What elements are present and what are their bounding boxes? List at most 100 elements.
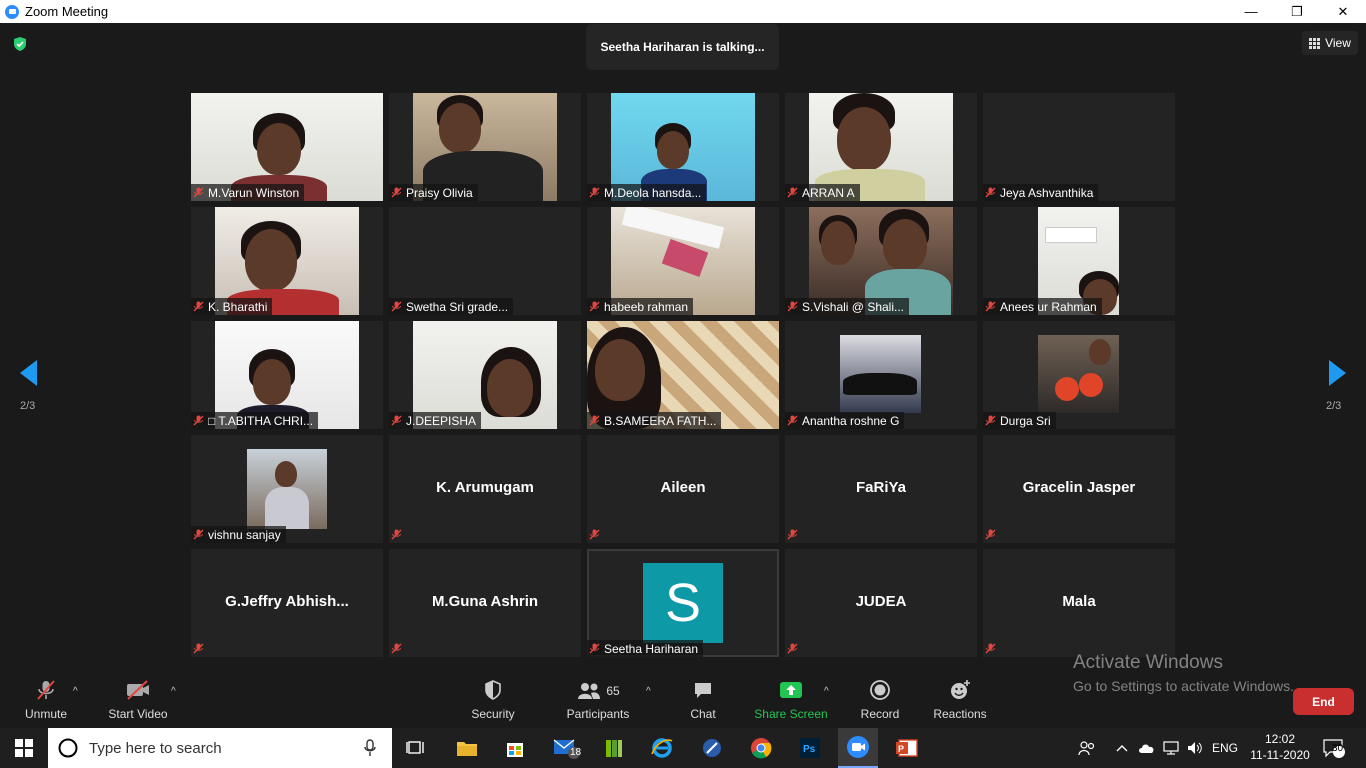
page-indicator-right: 2/3 — [1326, 400, 1342, 412]
video-tile[interactable]: habeeb rahman — [587, 207, 779, 315]
participants-count: 65 — [606, 684, 620, 698]
video-tile[interactable]: K. Arumugam — [389, 435, 581, 543]
video-tile[interactable]: Mala — [983, 549, 1175, 657]
reactions-label: Reactions — [933, 707, 987, 721]
next-page-arrow-icon[interactable] — [1327, 358, 1349, 388]
windows-logo-icon — [15, 739, 33, 757]
video-tile[interactable]: FaRiYa — [785, 435, 977, 543]
participant-name-label: M.Deola hansda... — [587, 184, 707, 201]
video-tile[interactable]: Praisy Olivia — [389, 93, 581, 201]
video-tile[interactable]: Aileen — [587, 435, 779, 543]
chat-button[interactable]: Chat — [683, 668, 723, 728]
record-button[interactable]: Record — [855, 668, 905, 728]
muted-mic-icon — [589, 415, 600, 426]
record-label: Record — [860, 707, 900, 721]
mail-icon[interactable]: 18 — [546, 728, 586, 768]
muted-mic-icon — [391, 643, 402, 654]
internet-explorer-icon[interactable] — [642, 728, 682, 768]
video-tile[interactable]: M.Guna Ashrin — [389, 549, 581, 657]
show-hidden-icons-chevron-icon[interactable] — [1116, 728, 1128, 768]
security-shield-icon — [485, 680, 501, 700]
video-tile[interactable]: B.SAMEERA FATH... — [587, 321, 779, 429]
onedrive-cloud-icon[interactable] — [1138, 728, 1156, 768]
powerpoint-icon[interactable]: P — [887, 728, 927, 768]
muted-mic-icon — [985, 415, 996, 426]
view-button[interactable]: View — [1302, 31, 1358, 55]
muted-mic-icon — [193, 529, 204, 540]
video-tile[interactable]: ARRAN A — [785, 93, 977, 201]
file-explorer-icon[interactable] — [447, 728, 487, 768]
generic-app-icon[interactable] — [692, 728, 732, 768]
start-button[interactable] — [4, 728, 44, 768]
video-tile[interactable]: Jeya Ashvanthika — [983, 93, 1175, 201]
grid-view-icon — [1309, 37, 1321, 49]
participants-button[interactable]: 65 Participants — [563, 668, 633, 728]
minimize-button[interactable]: — — [1228, 0, 1274, 23]
video-tile[interactable]: □ T.ABITHA CHRI... — [191, 321, 383, 429]
video-tile[interactable]: Gracelin Jasper — [983, 435, 1175, 543]
audio-options-caret[interactable]: ^ — [73, 686, 78, 697]
participant-name-center: K. Arumugam — [436, 479, 534, 496]
restore-button[interactable]: ❐ — [1274, 0, 1320, 23]
window-titlebar: Zoom Meeting — ❐ ✕ — [0, 0, 1366, 23]
record-icon — [870, 680, 890, 700]
participants-options-caret[interactable]: ^ — [646, 686, 651, 697]
action-center-icon[interactable]: 30 — [1322, 728, 1346, 768]
zoom-logo-icon — [5, 4, 19, 19]
participant-name-center: Mala — [1062, 593, 1096, 610]
taskbar-clock[interactable]: 12:02 11-11-2020 — [1250, 731, 1310, 763]
end-meeting-button[interactable]: End — [1293, 688, 1354, 715]
video-tile[interactable]: Anees ur Rahman — [983, 207, 1175, 315]
participant-name-label: S.Vishali @ Shali... — [785, 298, 910, 315]
share-screen-label: Share Screen — [754, 707, 828, 721]
participant-name-label: ARRAN A — [785, 184, 860, 201]
prev-page-arrow-icon[interactable] — [17, 358, 39, 388]
share-screen-button[interactable]: Share Screen — [754, 668, 828, 728]
video-tile[interactable]: vishnu sanjay — [191, 435, 383, 543]
network-icon[interactable] — [1162, 728, 1180, 768]
video-tile[interactable]: JUDEA — [785, 549, 977, 657]
video-tile[interactable]: Durga Sri — [983, 321, 1175, 429]
unmute-button[interactable]: Unmute — [18, 668, 74, 728]
video-tile[interactable]: K. Bharathi — [191, 207, 383, 315]
muted-mic-icon — [589, 529, 600, 540]
participant-name-label: habeeb rahman — [587, 298, 694, 315]
participant-name-label: M.Varun Winston — [191, 184, 305, 201]
video-tile[interactable]: Anantha roshne G — [785, 321, 977, 429]
task-view-icon[interactable] — [396, 728, 436, 768]
share-options-caret[interactable]: ^ — [824, 686, 829, 697]
video-tile[interactable]: Swetha Sri grade... — [389, 207, 581, 315]
participant-name-label: vishnu sanjay — [191, 526, 286, 543]
video-tile[interactable]: J.DEEPISHA — [389, 321, 581, 429]
encryption-shield-icon[interactable] — [12, 36, 28, 52]
microphone-icon[interactable] — [364, 739, 376, 757]
input-language-indicator[interactable]: ENG — [1212, 728, 1238, 768]
participants-label: Participants — [566, 707, 630, 721]
photoshop-icon[interactable]: Ps — [790, 728, 830, 768]
microsoft-store-icon[interactable] — [495, 728, 535, 768]
taskbar-search-box[interactable]: Type here to search — [48, 728, 392, 768]
window-title: Zoom Meeting — [25, 4, 109, 19]
close-button[interactable]: ✕ — [1320, 0, 1366, 23]
video-tile[interactable]: M.Deola hansda... — [587, 93, 779, 201]
volume-icon[interactable] — [1186, 728, 1204, 768]
video-tile[interactable]: G.Jeffry Abhish... — [191, 549, 383, 657]
video-tile[interactable]: M.Varun Winston — [191, 93, 383, 201]
meeting-area: Seetha Hariharan is talking... View 2/3 … — [0, 23, 1366, 668]
zoom-taskbar-icon[interactable] — [838, 728, 878, 768]
people-icon[interactable] — [1078, 728, 1096, 768]
muted-mic-icon — [193, 643, 204, 654]
reactions-button[interactable]: Reactions — [930, 668, 990, 728]
muted-mic-icon — [589, 643, 600, 654]
books-app-icon[interactable] — [594, 728, 634, 768]
security-button[interactable]: Security — [464, 668, 522, 728]
video-options-caret[interactable]: ^ — [171, 686, 176, 697]
participant-name-label: Seetha Hariharan — [587, 640, 704, 657]
video-tile[interactable]: S.Vishali @ Shali... — [785, 207, 977, 315]
chrome-icon[interactable] — [741, 728, 781, 768]
video-tile-active-speaker[interactable]: S Seetha Hariharan — [587, 549, 779, 657]
security-label: Security — [471, 707, 515, 721]
muted-mic-icon — [787, 301, 798, 312]
muted-mic-icon — [985, 301, 996, 312]
start-video-button[interactable]: Start Video — [104, 668, 172, 728]
